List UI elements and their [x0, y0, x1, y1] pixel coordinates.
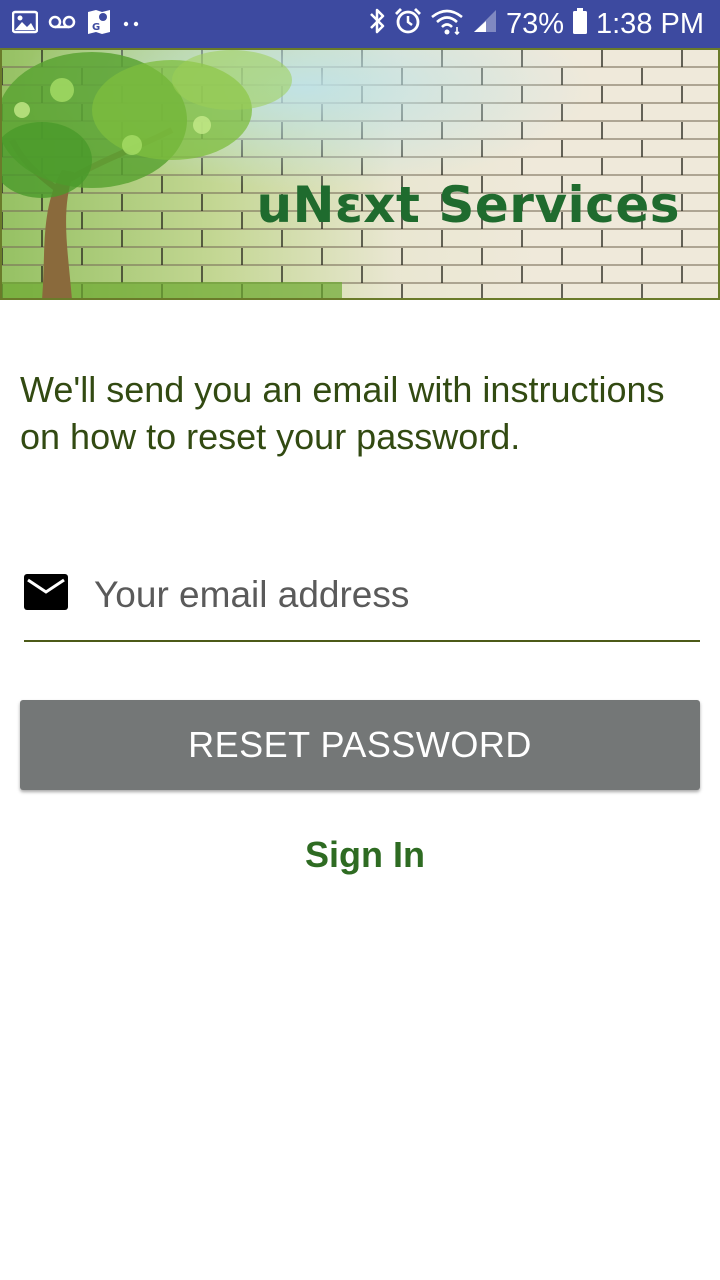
maps-icon: G — [86, 8, 112, 41]
image-icon — [11, 10, 39, 39]
mail-icon — [24, 574, 68, 610]
status-time: 1:38 PM — [596, 7, 704, 40]
svg-text:G: G — [92, 22, 100, 33]
brand-name: uNεxt Services — [256, 176, 680, 234]
status-bar: G 73% 1:38 PM — [0, 0, 720, 48]
header-banner: uNεxt Services — [0, 48, 720, 300]
battery-percent: 73% — [505, 7, 564, 40]
bluetooth-icon — [368, 7, 386, 42]
voicemail-icon — [48, 14, 76, 35]
status-bar-system: 73% 1:38 PM — [368, 6, 704, 42]
signal-icon — [472, 8, 498, 41]
reset-password-button[interactable]: RESET PASSWORD — [20, 700, 700, 790]
more-notifications-icon — [122, 15, 142, 33]
sign-in-link[interactable]: Sign In — [0, 834, 720, 876]
tree-illustration — [2, 50, 292, 298]
email-field-row — [24, 560, 700, 642]
reset-instructions: We'll send you an email with instruction… — [20, 369, 665, 457]
status-bar-notifications: G — [11, 8, 142, 41]
alarm-icon — [394, 7, 422, 42]
wifi-icon — [430, 7, 464, 42]
battery-icon — [572, 7, 588, 42]
email-input[interactable] — [92, 566, 696, 624]
